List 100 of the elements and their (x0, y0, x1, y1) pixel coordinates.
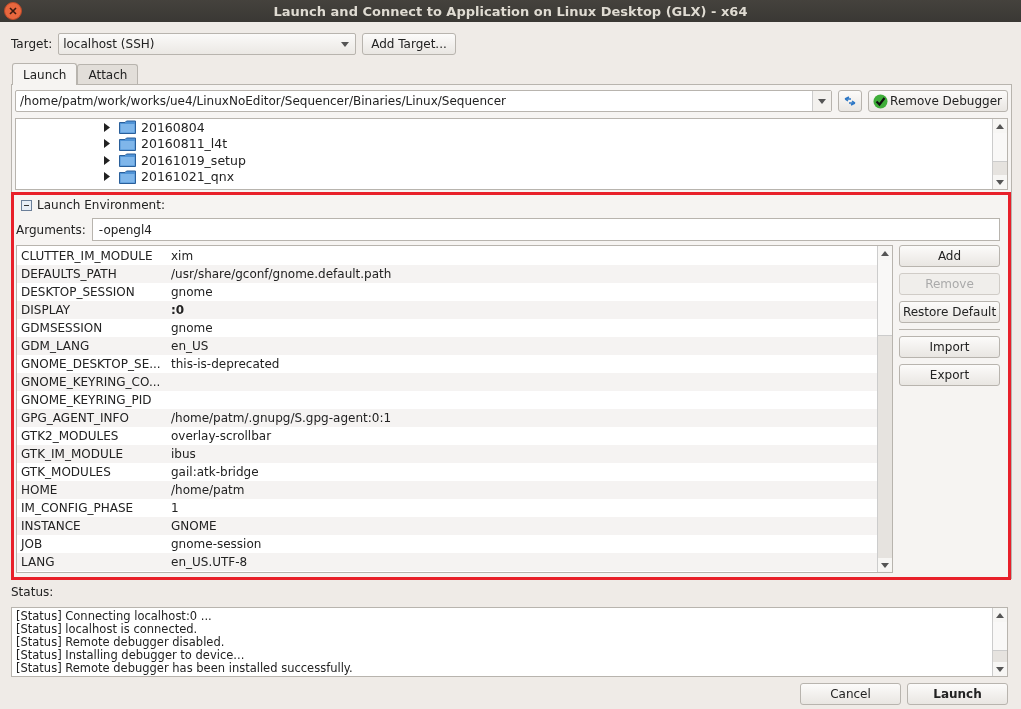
caret-icon (818, 98, 827, 104)
table-row[interactable]: GNOME_DESKTOP_SE... this-is-deprecated (17, 355, 877, 373)
table-row[interactable]: GTK_IM_MODULE ibus (17, 445, 877, 463)
status-line: [Status] localhost is connected. (16, 623, 199, 636)
tree-item[interactable]: 20161019_setup (103, 152, 992, 169)
scrollbar[interactable] (992, 119, 1007, 189)
variable-value: gnome (171, 321, 213, 335)
status-line: [Status] Remote debugger disabled. (16, 636, 225, 649)
table-row[interactable]: GDM_LANG en_US (17, 337, 877, 355)
table-row[interactable]: GNOME_KEYRING_PID (17, 391, 877, 409)
expand-arrow-icon[interactable] (103, 172, 110, 182)
action-button[interactable]: Export (899, 364, 1000, 386)
remove-debugger-button[interactable]: Remove Debugger (868, 90, 1008, 112)
table-row[interactable]: GNOME_KEYRING_CO... (17, 373, 877, 391)
variable-value: en_US (171, 339, 209, 353)
variable-name: GTK2_MODULES (21, 429, 120, 443)
variable-value: /home/patm (171, 483, 245, 497)
variable-name: LANG (21, 555, 56, 569)
variable-name: GDM_LANG (21, 339, 91, 353)
scroll-thumb[interactable] (993, 133, 1007, 162)
scroll-thumb[interactable] (878, 260, 892, 336)
variable-name: GDMSESSION (21, 321, 104, 335)
expand-arrow-icon[interactable] (103, 122, 110, 132)
close-icon[interactable] (4, 2, 22, 20)
variable-name: GNOME_KEYRING_PID (21, 393, 153, 407)
variable-name: JOB (21, 537, 44, 551)
tab[interactable]: Launch (12, 63, 78, 85)
variable-value: GNOME (171, 519, 217, 533)
table-row[interactable]: DESKTOP_SESSION gnome (17, 283, 877, 301)
variable-name: CLUTTER_IM_MODULE (21, 249, 154, 263)
variable-name: DESKTOP_SESSION (21, 285, 136, 299)
scroll-up-icon[interactable] (881, 250, 889, 256)
table-row[interactable]: GPG_AGENT_INFO /home/patm/.gnupg/S.gpg-agent:0:1 (17, 409, 877, 427)
variable-value: /home/patm/.gnupg/S.gpg-agent:0:1 (171, 411, 392, 425)
status-line: [Status] Connecting localhost:0 ... (16, 610, 213, 623)
collapse-icon[interactable] (21, 199, 32, 211)
path-dropdown[interactable]: /home/patm/work/works/ue4/LinuxNoEditor/Sequencer/Binaries/Linux/Sequencer (15, 90, 833, 112)
status-line: [Status] Remote debugger has been installed successfully. (16, 662, 354, 675)
checkmark-icon (873, 93, 889, 109)
variable-value: en_US.UTF-8 (171, 555, 248, 569)
variable-name: INSTANCE (21, 519, 82, 533)
variable-name: GNOME_DESKTOP_SE... (21, 357, 162, 371)
scrollbar[interactable] (992, 608, 1007, 676)
refresh-button[interactable] (838, 90, 863, 112)
tree-item[interactable]: 20160811_l4t (103, 135, 992, 152)
expand-arrow-icon[interactable] (103, 155, 110, 165)
action-button[interactable]: Import (899, 336, 1000, 358)
variable-name: DISPLAY (21, 303, 72, 317)
variable-value: ibus (171, 447, 196, 461)
table-row[interactable]: CLUTTER_IM_MODULE xim (17, 247, 877, 265)
target-label: Target: (11, 37, 53, 51)
scroll-down-icon[interactable] (996, 179, 1004, 185)
target-dropdown[interactable]: localhost (SSH) (58, 33, 357, 55)
folder-icon (119, 169, 136, 184)
variable-value: gnome-session (171, 537, 262, 551)
table-row[interactable]: INSTANCE GNOME (17, 517, 877, 535)
scrollbar[interactable] (877, 246, 892, 572)
variable-name: GTK_MODULES (21, 465, 112, 479)
window-title: Launch and Connect to Application on Linux Desktop (GLX) - x64 (273, 3, 748, 19)
arguments-label: Arguments: (16, 222, 86, 237)
caret-icon (341, 41, 350, 47)
variable-value: this-is-deprecated (171, 357, 280, 371)
add-target-button[interactable]: Add Target... (362, 33, 456, 55)
folder-icon (119, 153, 136, 168)
tab[interactable]: Attach (77, 64, 139, 84)
dialog-button[interactable]: Launch (907, 683, 1008, 705)
scroll-down-icon[interactable] (881, 562, 889, 568)
table-row[interactable]: HOME /home/patm (17, 481, 877, 499)
scroll-up-icon[interactable] (996, 123, 1004, 129)
action-button[interactable]: Restore Default (899, 301, 1000, 323)
action-button[interactable]: Add (899, 245, 1000, 267)
scroll-down-icon[interactable] (996, 666, 1004, 672)
variable-name: HOME (21, 483, 59, 497)
table-row[interactable]: GTK_MODULES gail:atk-bridge (17, 463, 877, 481)
table-row[interactable]: LANG en_US.UTF-8 (17, 553, 877, 571)
table-row[interactable]: GDMSESSION gnome (17, 319, 877, 337)
dialog-button[interactable]: Cancel (800, 683, 901, 705)
tree-item[interactable]: 20161021_qnx (103, 168, 992, 185)
refresh-icon (843, 94, 858, 108)
variable-value: /usr/share/gconf/gnome.default.path (171, 267, 392, 281)
table-row[interactable]: IM_CONFIG_PHASE 1 (17, 499, 877, 517)
tree-item[interactable]: 20160804 (103, 119, 992, 136)
variable-value: gail:atk-bridge (171, 465, 259, 479)
arguments-field[interactable]: -opengl4 (91, 218, 1000, 241)
variable-value: gnome (171, 285, 213, 299)
table-row[interactable]: GTK2_MODULES overlay-scrollbar (17, 427, 877, 445)
status-label: Status: (11, 585, 55, 600)
folder-icon (119, 120, 136, 135)
scroll-thumb[interactable] (993, 622, 1007, 651)
variable-name: DEFAULTS_PATH (21, 267, 118, 281)
table-row[interactable]: DEFAULTS_PATH /usr/share/gconf/gnome.default.path (17, 265, 877, 283)
variable-value: xim (171, 249, 194, 263)
section-title: Launch Environment: (37, 198, 165, 212)
scroll-up-icon[interactable] (996, 612, 1004, 618)
variable-name: IM_CONFIG_PHASE (21, 501, 135, 515)
expand-arrow-icon[interactable] (103, 139, 110, 149)
table-row[interactable]: JOB gnome-session (17, 535, 877, 553)
table-row[interactable]: DISPLAY :0 (17, 301, 877, 319)
variable-name: GNOME_KEYRING_CO... (21, 375, 162, 389)
variable-name: GTK_IM_MODULE (21, 447, 125, 461)
